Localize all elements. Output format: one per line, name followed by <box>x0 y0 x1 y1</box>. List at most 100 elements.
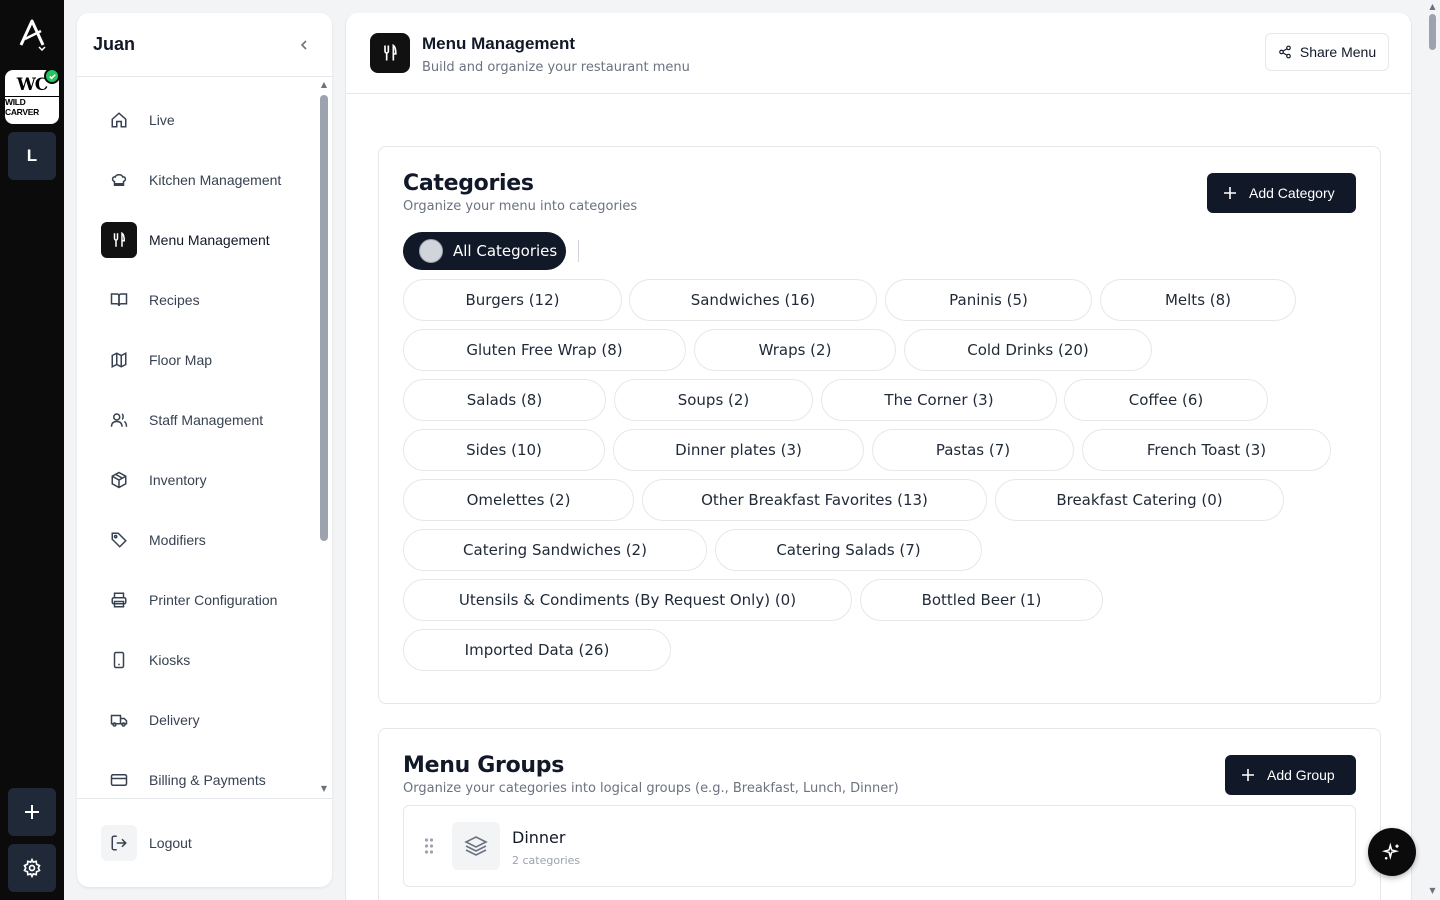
app-logo-icon[interactable] <box>8 12 56 56</box>
add-category-label: Add Category <box>1249 185 1335 201</box>
scroll-up-arrow[interactable]: ▲ <box>1428 2 1437 11</box>
menu-groups-card: Menu Groups Organize your categories int… <box>378 728 1381 900</box>
ai-assistant-button[interactable] <box>1368 828 1416 876</box>
logout-label: Logout <box>149 835 192 851</box>
category-pill[interactable]: Coffee (6) <box>1064 379 1268 421</box>
logout-button[interactable]: Logout <box>101 825 311 861</box>
credit-card-icon <box>101 762 137 798</box>
sidebar-item-billing-payments[interactable]: Billing & Payments <box>101 762 311 798</box>
page-subtitle: Build and organize your restaurant menu <box>422 60 690 75</box>
users-icon <box>101 402 137 438</box>
collapse-sidebar-button[interactable] <box>292 33 316 57</box>
gear-icon <box>23 858 41 878</box>
add-category-button[interactable]: Add Category <box>1207 173 1356 213</box>
page-scrollbar[interactable]: ▲ ▼ <box>1425 0 1440 900</box>
sidebar-item-label: Billing & Payments <box>149 772 266 788</box>
sidebar-item-floor-map[interactable]: Floor Map <box>101 342 311 378</box>
category-pill[interactable]: French Toast (3) <box>1082 429 1331 471</box>
sidebar-nav: Live Kitchen Management Menu Management … <box>77 90 317 798</box>
category-pill[interactable]: Cold Drinks (20) <box>904 329 1152 371</box>
book-open-icon <box>101 282 137 318</box>
workspace-button[interactable]: L <box>8 132 56 180</box>
sidebar-item-modifiers[interactable]: Modifiers <box>101 522 311 558</box>
category-pill[interactable]: Imported Data (26) <box>403 629 671 671</box>
sidebar-item-recipes[interactable]: Recipes <box>101 282 311 318</box>
category-pill[interactable]: Dinner plates (3) <box>613 429 864 471</box>
category-pill[interactable]: Paninis (5) <box>885 279 1092 321</box>
package-icon <box>101 462 137 498</box>
drag-handle-icon[interactable] <box>424 837 434 859</box>
page-scrollbar-thumb[interactable] <box>1429 14 1436 50</box>
scroll-up-arrow[interactable]: ▲ <box>320 81 328 89</box>
sidebar-scrollbar-thumb[interactable] <box>320 95 328 541</box>
layers-icon <box>452 822 500 870</box>
menu-group-row[interactable]: Dinner 2 categories <box>403 805 1356 887</box>
group-category-count: 2 categories <box>512 854 581 867</box>
sidebar-item-label: Menu Management <box>149 232 270 248</box>
sidebar-scrollbar[interactable]: ▲ ▼ <box>317 81 331 807</box>
sidebar-footer: Logout <box>77 798 332 887</box>
share-menu-button[interactable]: Share Menu <box>1265 33 1389 71</box>
category-pill[interactable]: Omelettes (2) <box>403 479 634 521</box>
categories-card: Categories Organize your menu into categ… <box>378 146 1381 704</box>
menu-groups-subtitle: Organize your categories into logical gr… <box>403 781 899 796</box>
sidebar-item-kiosks[interactable]: Kiosks <box>101 642 311 678</box>
all-categories-pill[interactable]: All Categories <box>403 232 566 270</box>
categories-title: Categories <box>403 171 534 196</box>
restaurant-logo-text: WILD CARVER <box>5 96 59 117</box>
utensils-icon <box>101 222 137 258</box>
settings-button[interactable] <box>8 844 56 892</box>
sidebar-item-menu-management[interactable]: Menu Management <box>101 222 311 258</box>
check-icon <box>44 68 60 84</box>
category-pill[interactable]: Salads (8) <box>403 379 606 421</box>
category-pill[interactable]: Sides (10) <box>403 429 605 471</box>
home-icon <box>101 102 137 138</box>
sidebar-item-staff-management[interactable]: Staff Management <box>101 402 311 438</box>
category-pill[interactable]: Gluten Free Wrap (8) <box>403 329 686 371</box>
sidebar-item-delivery[interactable]: Delivery <box>101 702 311 738</box>
category-pill[interactable]: Catering Salads (7) <box>715 529 982 571</box>
scroll-down-arrow[interactable]: ▼ <box>320 785 328 793</box>
map-icon <box>101 342 137 378</box>
sidebar-item-printer-configuration[interactable]: Printer Configuration <box>101 582 311 618</box>
category-pill[interactable]: Burgers (12) <box>403 279 622 321</box>
menu-groups-title: Menu Groups <box>403 753 565 778</box>
category-pill[interactable]: Melts (8) <box>1100 279 1296 321</box>
sidebar-item-kitchen-management[interactable]: Kitchen Management <box>101 162 311 198</box>
category-pill[interactable]: Bottled Beer (1) <box>860 579 1103 621</box>
main-content: Menu Management Build and organize your … <box>345 13 1412 900</box>
sidebar-item-label: Printer Configuration <box>149 592 278 608</box>
sidebar-item-label: Kitchen Management <box>149 172 282 188</box>
category-pill[interactable]: Utensils & Condiments (By Request Only) … <box>403 579 852 621</box>
sidebar-item-label: Floor Map <box>149 352 213 368</box>
category-pill[interactable]: Catering Sandwiches (2) <box>403 529 707 571</box>
sidebar-item-label: Delivery <box>149 712 200 728</box>
chef-hat-icon <box>101 162 137 198</box>
page-header: Menu Management Build and organize your … <box>346 13 1411 94</box>
all-categories-icon <box>419 239 443 263</box>
add-group-button[interactable]: Add Group <box>1225 755 1356 795</box>
sidebar-item-label: Live <box>149 112 175 128</box>
scroll-down-arrow[interactable]: ▼ <box>1428 886 1437 895</box>
page-title: Menu Management <box>422 34 576 53</box>
tag-icon <box>101 522 137 558</box>
sidebar-item-label: Recipes <box>149 292 200 308</box>
sidebar-item-label: Staff Management <box>149 412 264 428</box>
chevron-left-icon <box>300 39 307 50</box>
add-workspace-button[interactable] <box>8 788 56 836</box>
category-pill[interactable]: The Corner (3) <box>821 379 1057 421</box>
share-icon <box>1279 45 1291 59</box>
category-pill[interactable]: Sandwiches (16) <box>629 279 877 321</box>
categories-subtitle: Organize your menu into categories <box>403 199 638 214</box>
category-pill[interactable]: Pastas (7) <box>872 429 1074 471</box>
category-pill[interactable]: Soups (2) <box>614 379 813 421</box>
category-pill[interactable]: Wraps (2) <box>694 329 896 371</box>
restaurant-logo-mark: WC <box>16 75 49 95</box>
truck-icon <box>101 702 137 738</box>
sidebar-item-inventory[interactable]: Inventory <box>101 462 311 498</box>
sidebar-header: Juan <box>77 13 332 77</box>
sidebar-item-live[interactable]: Live <box>101 102 311 138</box>
plus-icon <box>1224 187 1236 199</box>
category-pill[interactable]: Other Breakfast Favorites (13) <box>642 479 987 521</box>
category-pill[interactable]: Breakfast Catering (0) <box>995 479 1284 521</box>
